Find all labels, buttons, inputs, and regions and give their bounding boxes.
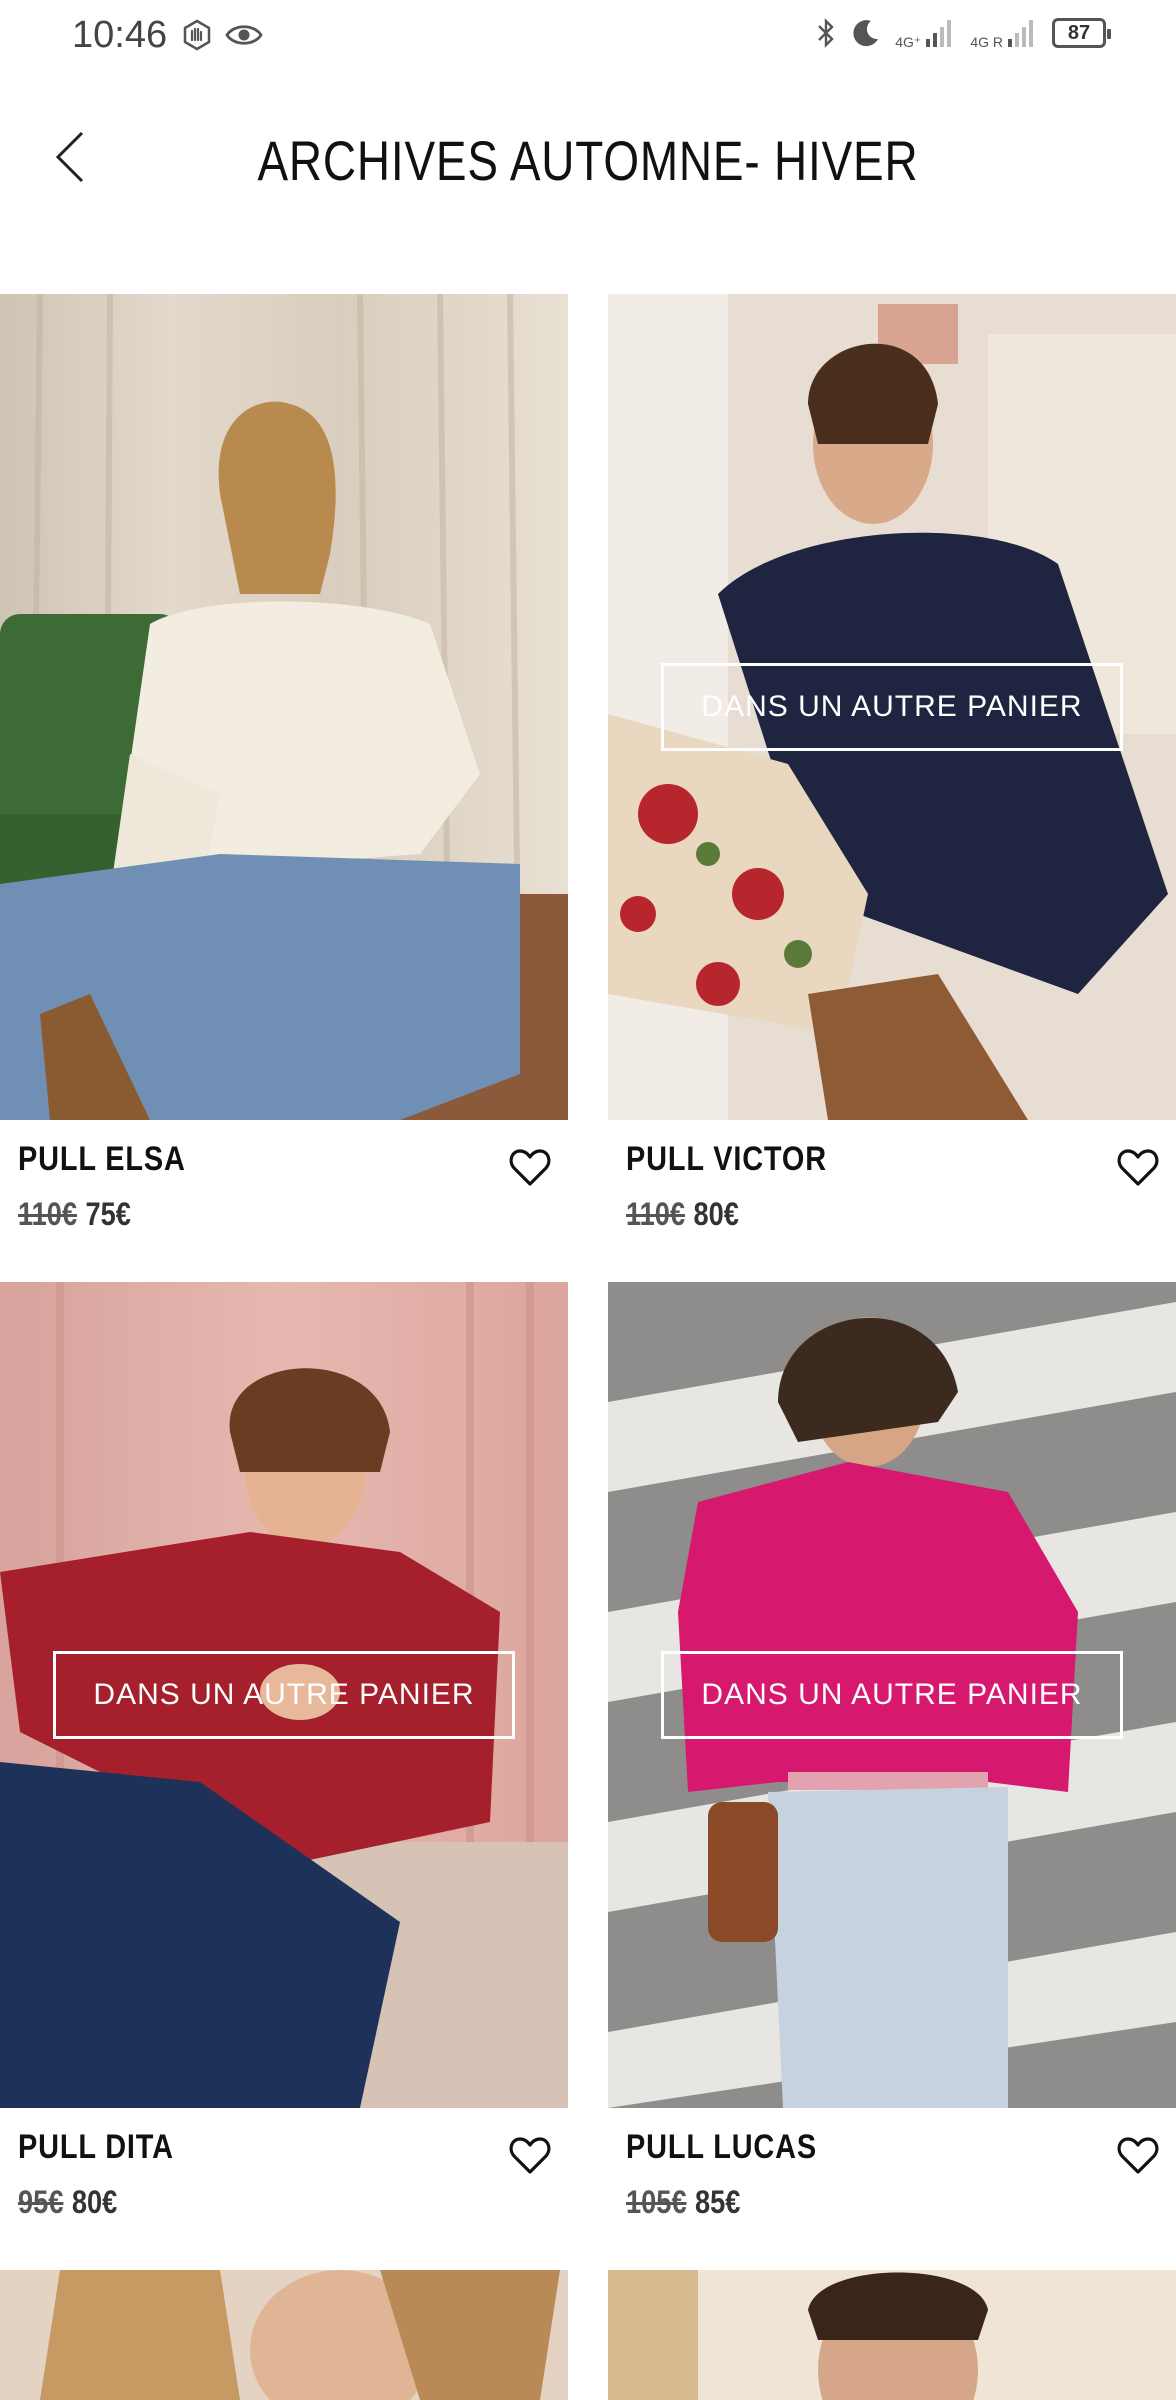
product-image[interactable]: [0, 2270, 568, 2400]
sale-price: 80€: [71, 2184, 118, 2220]
product-image[interactable]: [608, 2270, 1176, 2400]
moon-icon: [853, 20, 879, 47]
status-time: 10:46: [72, 14, 168, 56]
product-image[interactable]: DANS UN AUTRE PANIER: [0, 1282, 568, 2108]
heart-icon[interactable]: [1116, 2134, 1160, 2178]
signal-2: 4G R: [970, 17, 1038, 49]
page-title: ARCHIVES AUTOMNE- HIVER: [257, 129, 919, 192]
hand-icon: [183, 19, 211, 51]
battery-icon: 87: [1052, 18, 1111, 48]
product-info: PULL VICTOR 110€ 80€: [608, 1120, 1176, 1280]
signal-1: 4G⁺: [895, 17, 956, 49]
product-price: 95€ 80€: [18, 2184, 117, 2221]
product-name[interactable]: PULL DITA: [18, 2128, 174, 2167]
old-price: 110€: [18, 1196, 78, 1232]
chevron-left-icon: [55, 131, 84, 183]
heart-icon[interactable]: [1116, 1146, 1160, 1190]
network-2-label: 4G R: [970, 34, 1003, 50]
battery-level: 87: [1067, 21, 1091, 44]
product-price: 110€ 75€: [18, 1196, 131, 1233]
sale-price: 80€: [693, 1196, 739, 1232]
product-photo: [0, 2270, 568, 2400]
product-image[interactable]: [0, 294, 568, 1120]
product-card: DANS UN AUTRE PANIER PULL VICTOR 110€ 80€: [608, 294, 1176, 1280]
product-info: PULL ELSA 110€ 75€: [0, 1120, 568, 1280]
sale-price: 85€: [695, 2184, 741, 2220]
signal-bars-icon: [1008, 20, 1033, 47]
status-bar: 10:46 4G⁺ 4G R 87: [0, 0, 1176, 70]
old-price: 110€: [626, 1196, 686, 1232]
product-image[interactable]: DANS UN AUTRE PANIER: [608, 1282, 1176, 2108]
product-price: 110€ 80€: [626, 1196, 739, 1233]
status-left-icons: [180, 18, 264, 52]
product-card: DANS UN AUTRE PANIER PULL DITA 95€ 80€: [0, 1282, 568, 2268]
product-info: PULL LUCAS 105€ 85€: [608, 2108, 1176, 2268]
product-card: [0, 2270, 568, 2400]
status-right-icons: 4G⁺ 4G R 87: [815, 16, 1111, 50]
old-price: 105€: [626, 2184, 687, 2220]
in-other-cart-badge: DANS UN AUTRE PANIER: [661, 1651, 1123, 1739]
product-card: PULL ELSA 110€ 75€: [0, 294, 568, 1280]
signal-bars-icon: [926, 20, 952, 47]
product-price: 105€ 85€: [626, 2184, 740, 2221]
bluetooth-icon: [818, 18, 834, 48]
heart-icon[interactable]: [508, 2134, 552, 2178]
product-photo: [608, 2270, 1176, 2400]
heart-icon[interactable]: [508, 1146, 552, 1190]
product-card: [608, 2270, 1176, 2400]
header: ARCHIVES AUTOMNE- HIVER: [0, 100, 1176, 220]
product-name[interactable]: PULL VICTOR: [626, 1140, 827, 1179]
product-photo: [0, 294, 568, 1120]
in-other-cart-badge: DANS UN AUTRE PANIER: [53, 1651, 515, 1739]
product-name[interactable]: PULL LUCAS: [626, 2128, 817, 2167]
product-image[interactable]: DANS UN AUTRE PANIER: [608, 294, 1176, 1120]
back-button[interactable]: [40, 122, 100, 192]
old-price: 95€: [18, 2184, 64, 2220]
product-info: PULL DITA 95€ 80€: [0, 2108, 568, 2268]
sale-price: 75€: [85, 1196, 131, 1232]
product-name[interactable]: PULL ELSA: [18, 1140, 186, 1179]
product-card: DANS UN AUTRE PANIER PULL LUCAS 105€ 85€: [608, 1282, 1176, 2268]
in-other-cart-badge: DANS UN AUTRE PANIER: [661, 663, 1123, 751]
eye-icon: [225, 25, 263, 45]
network-1-label: 4G⁺: [895, 34, 922, 50]
